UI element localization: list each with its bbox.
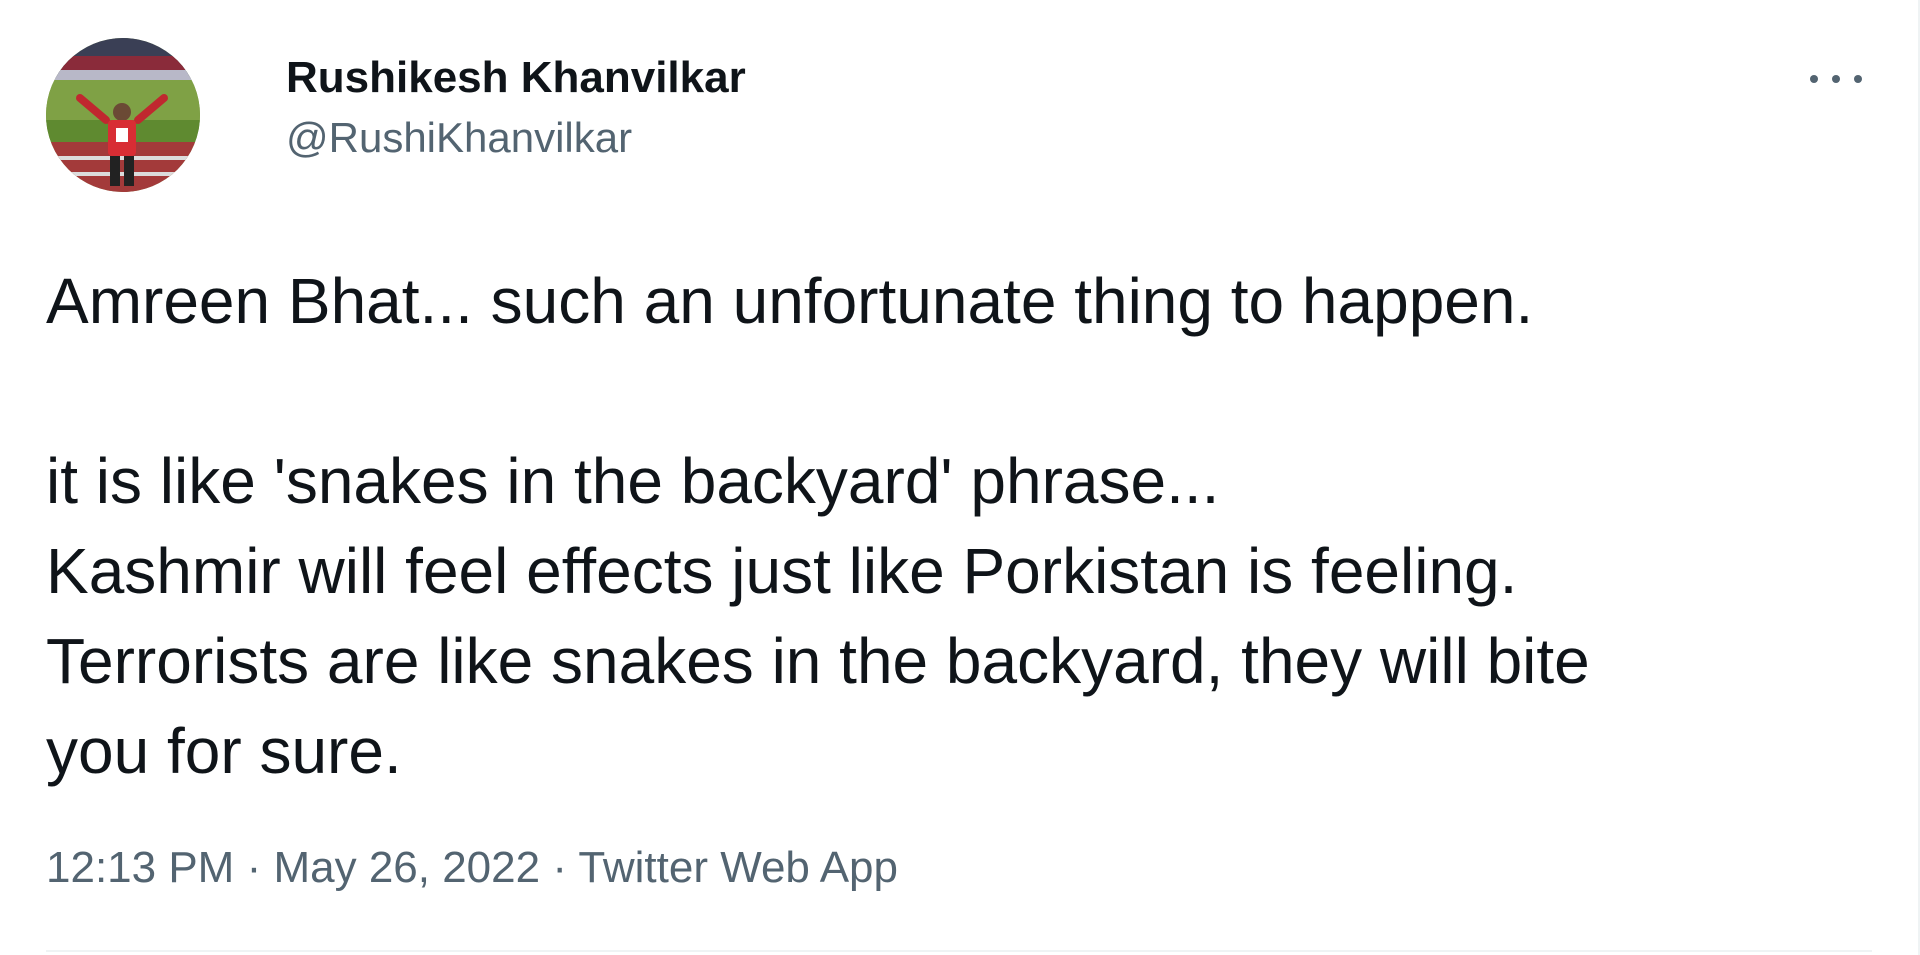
tweet-source[interactable]: Twitter Web App xyxy=(578,843,898,892)
bottom-divider xyxy=(46,950,1872,952)
meta-separator: · xyxy=(552,843,579,892)
tweet-text-line: Terrorists are like snakes in the backya… xyxy=(46,625,1590,697)
tweet-time[interactable]: 12:13 PM xyxy=(46,843,234,892)
author-names: Rushikesh Khanvilkar @RushiKhanvilkar xyxy=(286,52,746,164)
tweet-text: Amreen Bhat... such an unfortunate thing… xyxy=(46,256,1846,796)
display-name[interactable]: Rushikesh Khanvilkar xyxy=(286,52,746,104)
avatar[interactable] xyxy=(46,38,200,192)
more-dot xyxy=(1810,75,1818,83)
tweet-date[interactable]: May 26, 2022 xyxy=(273,843,540,892)
tweet-text-line: it is like 'snakes in the backyard' phra… xyxy=(46,445,1220,517)
tweet-card: Rushikesh Khanvilkar @RushiKhanvilkar Am… xyxy=(0,0,1920,955)
tweet-header: Rushikesh Khanvilkar @RushiKhanvilkar xyxy=(46,38,746,194)
user-handle[interactable]: @RushiKhanvilkar xyxy=(286,112,746,164)
profile-photo-icon xyxy=(46,38,200,192)
meta-separator: · xyxy=(246,843,274,892)
more-options-icon[interactable] xyxy=(1810,64,1862,94)
more-dot xyxy=(1832,75,1840,83)
tweet-metadata: 12:13 PM · May 26, 2022 · Twitter Web Ap… xyxy=(46,840,898,896)
tweet-text-line: Amreen Bhat... such an unfortunate thing… xyxy=(46,265,1534,337)
more-dot xyxy=(1854,75,1862,83)
tweet-text-line: you for sure. xyxy=(46,715,402,787)
tweet-text-line: Kashmir will feel effects just like Pork… xyxy=(46,535,1518,607)
